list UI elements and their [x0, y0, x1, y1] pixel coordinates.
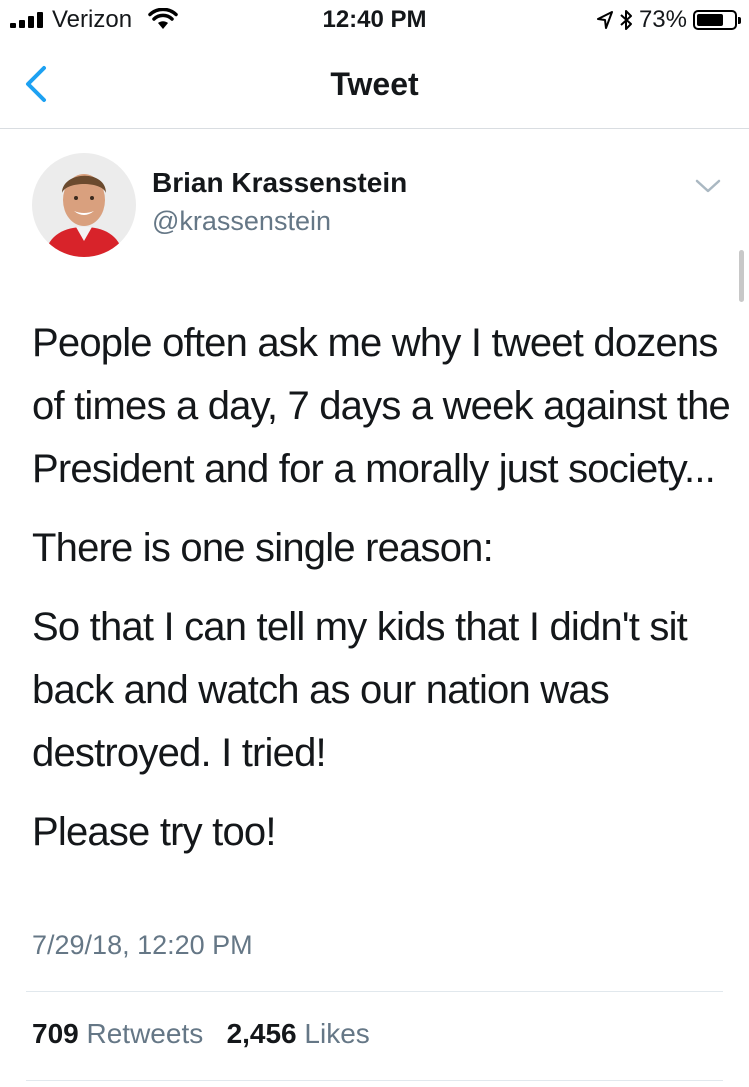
battery-nub — [738, 17, 741, 24]
likes-label: Likes — [304, 1018, 370, 1049]
likes-count: 2,456 — [226, 1018, 297, 1049]
retweets-stat[interactable]: 709 Retweets — [32, 1018, 203, 1049]
retweets-label: Retweets — [86, 1018, 204, 1049]
battery-percent: 73% — [638, 6, 687, 33]
tweet-paragraph: There is one single reason: — [32, 526, 494, 570]
retweets-count: 709 — [32, 1018, 79, 1049]
tweet-stats: 709 Retweets 2,456 Likes — [32, 1018, 370, 1050]
tweet-paragraph: So that I can tell my kids that I didn't… — [32, 605, 688, 775]
divider — [26, 991, 723, 992]
likes-stat[interactable]: 2,456 Likes — [227, 1018, 370, 1049]
battery-icon — [693, 10, 741, 30]
bluetooth-icon — [620, 10, 632, 30]
location-icon — [596, 11, 613, 29]
page-title: Tweet — [330, 66, 419, 102]
tweet-timestamp: 7/29/18, 12:20 PM — [32, 930, 253, 960]
chevron-down-icon[interactable] — [694, 176, 722, 196]
tweet-paragraph: Please try too! — [32, 810, 276, 854]
status-right-group: 73% — [596, 6, 741, 34]
avatar-image — [32, 153, 136, 257]
avatar[interactable] — [32, 153, 136, 257]
battery-fill — [697, 14, 723, 26]
status-bar: Verizon 12:40 PM 73% — [0, 0, 749, 40]
divider — [26, 1080, 723, 1081]
tweet-paragraph: People often ask me why I tweet dozens o… — [32, 321, 731, 491]
tweet-text: People often ask me why I tweet dozens o… — [32, 312, 732, 880]
author-name[interactable]: Brian Krassenstein — [152, 167, 407, 199]
author-handle[interactable]: @krassenstein — [152, 206, 331, 237]
scrollbar[interactable] — [739, 250, 744, 302]
nav-bar: Tweet — [0, 40, 749, 129]
